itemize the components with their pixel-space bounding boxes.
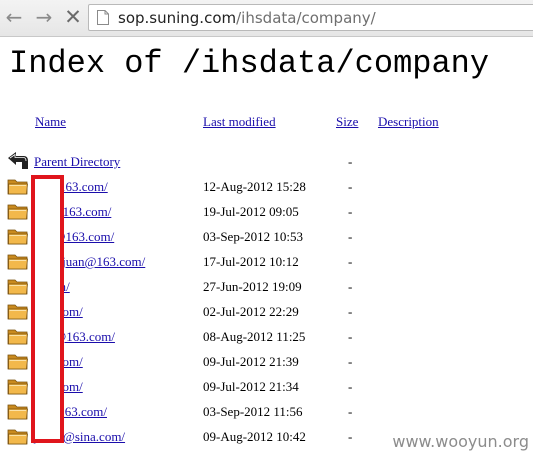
last-modified-cell: 09-Jul-2012 21:39 <box>203 354 299 369</box>
last-modified-cell: 12-Aug-2012 15:28 <box>203 179 306 194</box>
column-header-last-modified[interactable]: Last modified <box>203 114 276 130</box>
parent-directory-row: Parent Directory - <box>0 150 533 175</box>
table-row: 88@163.com/12-Aug-2012 15:28- <box>0 175 533 200</box>
size-cell: - <box>348 229 353 244</box>
directory-listing: Name Last modified Size Description Pare… <box>0 0 533 455</box>
size-cell: - <box>348 429 353 444</box>
last-modified-cell: 17-Jul-2012 10:12 <box>203 254 299 269</box>
table-row: wangjuan@163.com/17-Jul-2012 10:12- <box>0 250 533 275</box>
table-row: 123.com/02-Jul-2012 22:29- <box>0 300 533 325</box>
parent-directory-link[interactable]: Parent Directory <box>34 154 120 170</box>
size-cell: - <box>348 204 353 219</box>
table-row: ikui@163.com/08-Aug-2012 11:25- <box>0 325 533 350</box>
folder-icon <box>7 354 28 370</box>
last-modified-cell: 03-Sep-2012 11:56 <box>203 404 303 419</box>
last-modified-cell: 19-Jul-2012 09:05 <box>203 204 299 219</box>
last-modified-cell: 03-Sep-2012 10:53 <box>203 229 304 244</box>
column-header-size[interactable]: Size <box>336 114 358 130</box>
table-row: 1.com/27-Jun-2012 19:09- <box>0 275 533 300</box>
table-row: 042@163.com/03-Sep-2012 10:53- <box>0 225 533 250</box>
folder-icon <box>7 379 28 395</box>
folder-icon <box>7 229 28 245</box>
table-row: 147.com/09-Jul-2012 21:34- <box>0 375 533 400</box>
folder-icon <box>7 404 28 420</box>
folder-icon <box>7 204 28 220</box>
column-header-name[interactable]: Name <box>35 114 66 130</box>
last-modified-cell: 02-Jul-2012 22:29 <box>203 304 299 319</box>
size-cell: - <box>348 279 353 294</box>
folder-icon <box>7 329 28 345</box>
table-row: zq@163.com/03-Sep-2012 11:56- <box>0 400 533 425</box>
last-modified-cell: 27-Jun-2012 19:09 <box>203 279 302 294</box>
size-cell: - <box>348 354 353 369</box>
folder-icon <box>7 279 28 295</box>
column-header-description[interactable]: Description <box>378 114 439 130</box>
folder-icon <box>7 179 28 195</box>
table-row: hm@163.com/19-Jul-2012 09:05- <box>0 200 533 225</box>
folder-icon <box>7 304 28 320</box>
table-row: 145.com/09-Jul-2012 21:39- <box>0 350 533 375</box>
parent-directory-icon <box>8 152 28 169</box>
size-cell: - <box>348 329 353 344</box>
watermark: www.wooyun.org <box>392 432 529 451</box>
size-cell: - <box>348 254 353 269</box>
last-modified-cell: 08-Aug-2012 11:25 <box>203 329 306 344</box>
last-modified-cell: 09-Aug-2012 10:42 <box>203 429 306 444</box>
folder-icon <box>7 429 28 445</box>
size-cell: - <box>348 179 353 194</box>
redaction-box <box>31 175 64 443</box>
size-cell: - <box>348 379 353 394</box>
size-cell: - <box>348 304 353 319</box>
folder-icon <box>7 254 28 270</box>
size-cell: - <box>348 404 353 419</box>
last-modified-cell: 09-Jul-2012 21:34 <box>203 379 299 394</box>
size-cell: - <box>348 154 353 169</box>
